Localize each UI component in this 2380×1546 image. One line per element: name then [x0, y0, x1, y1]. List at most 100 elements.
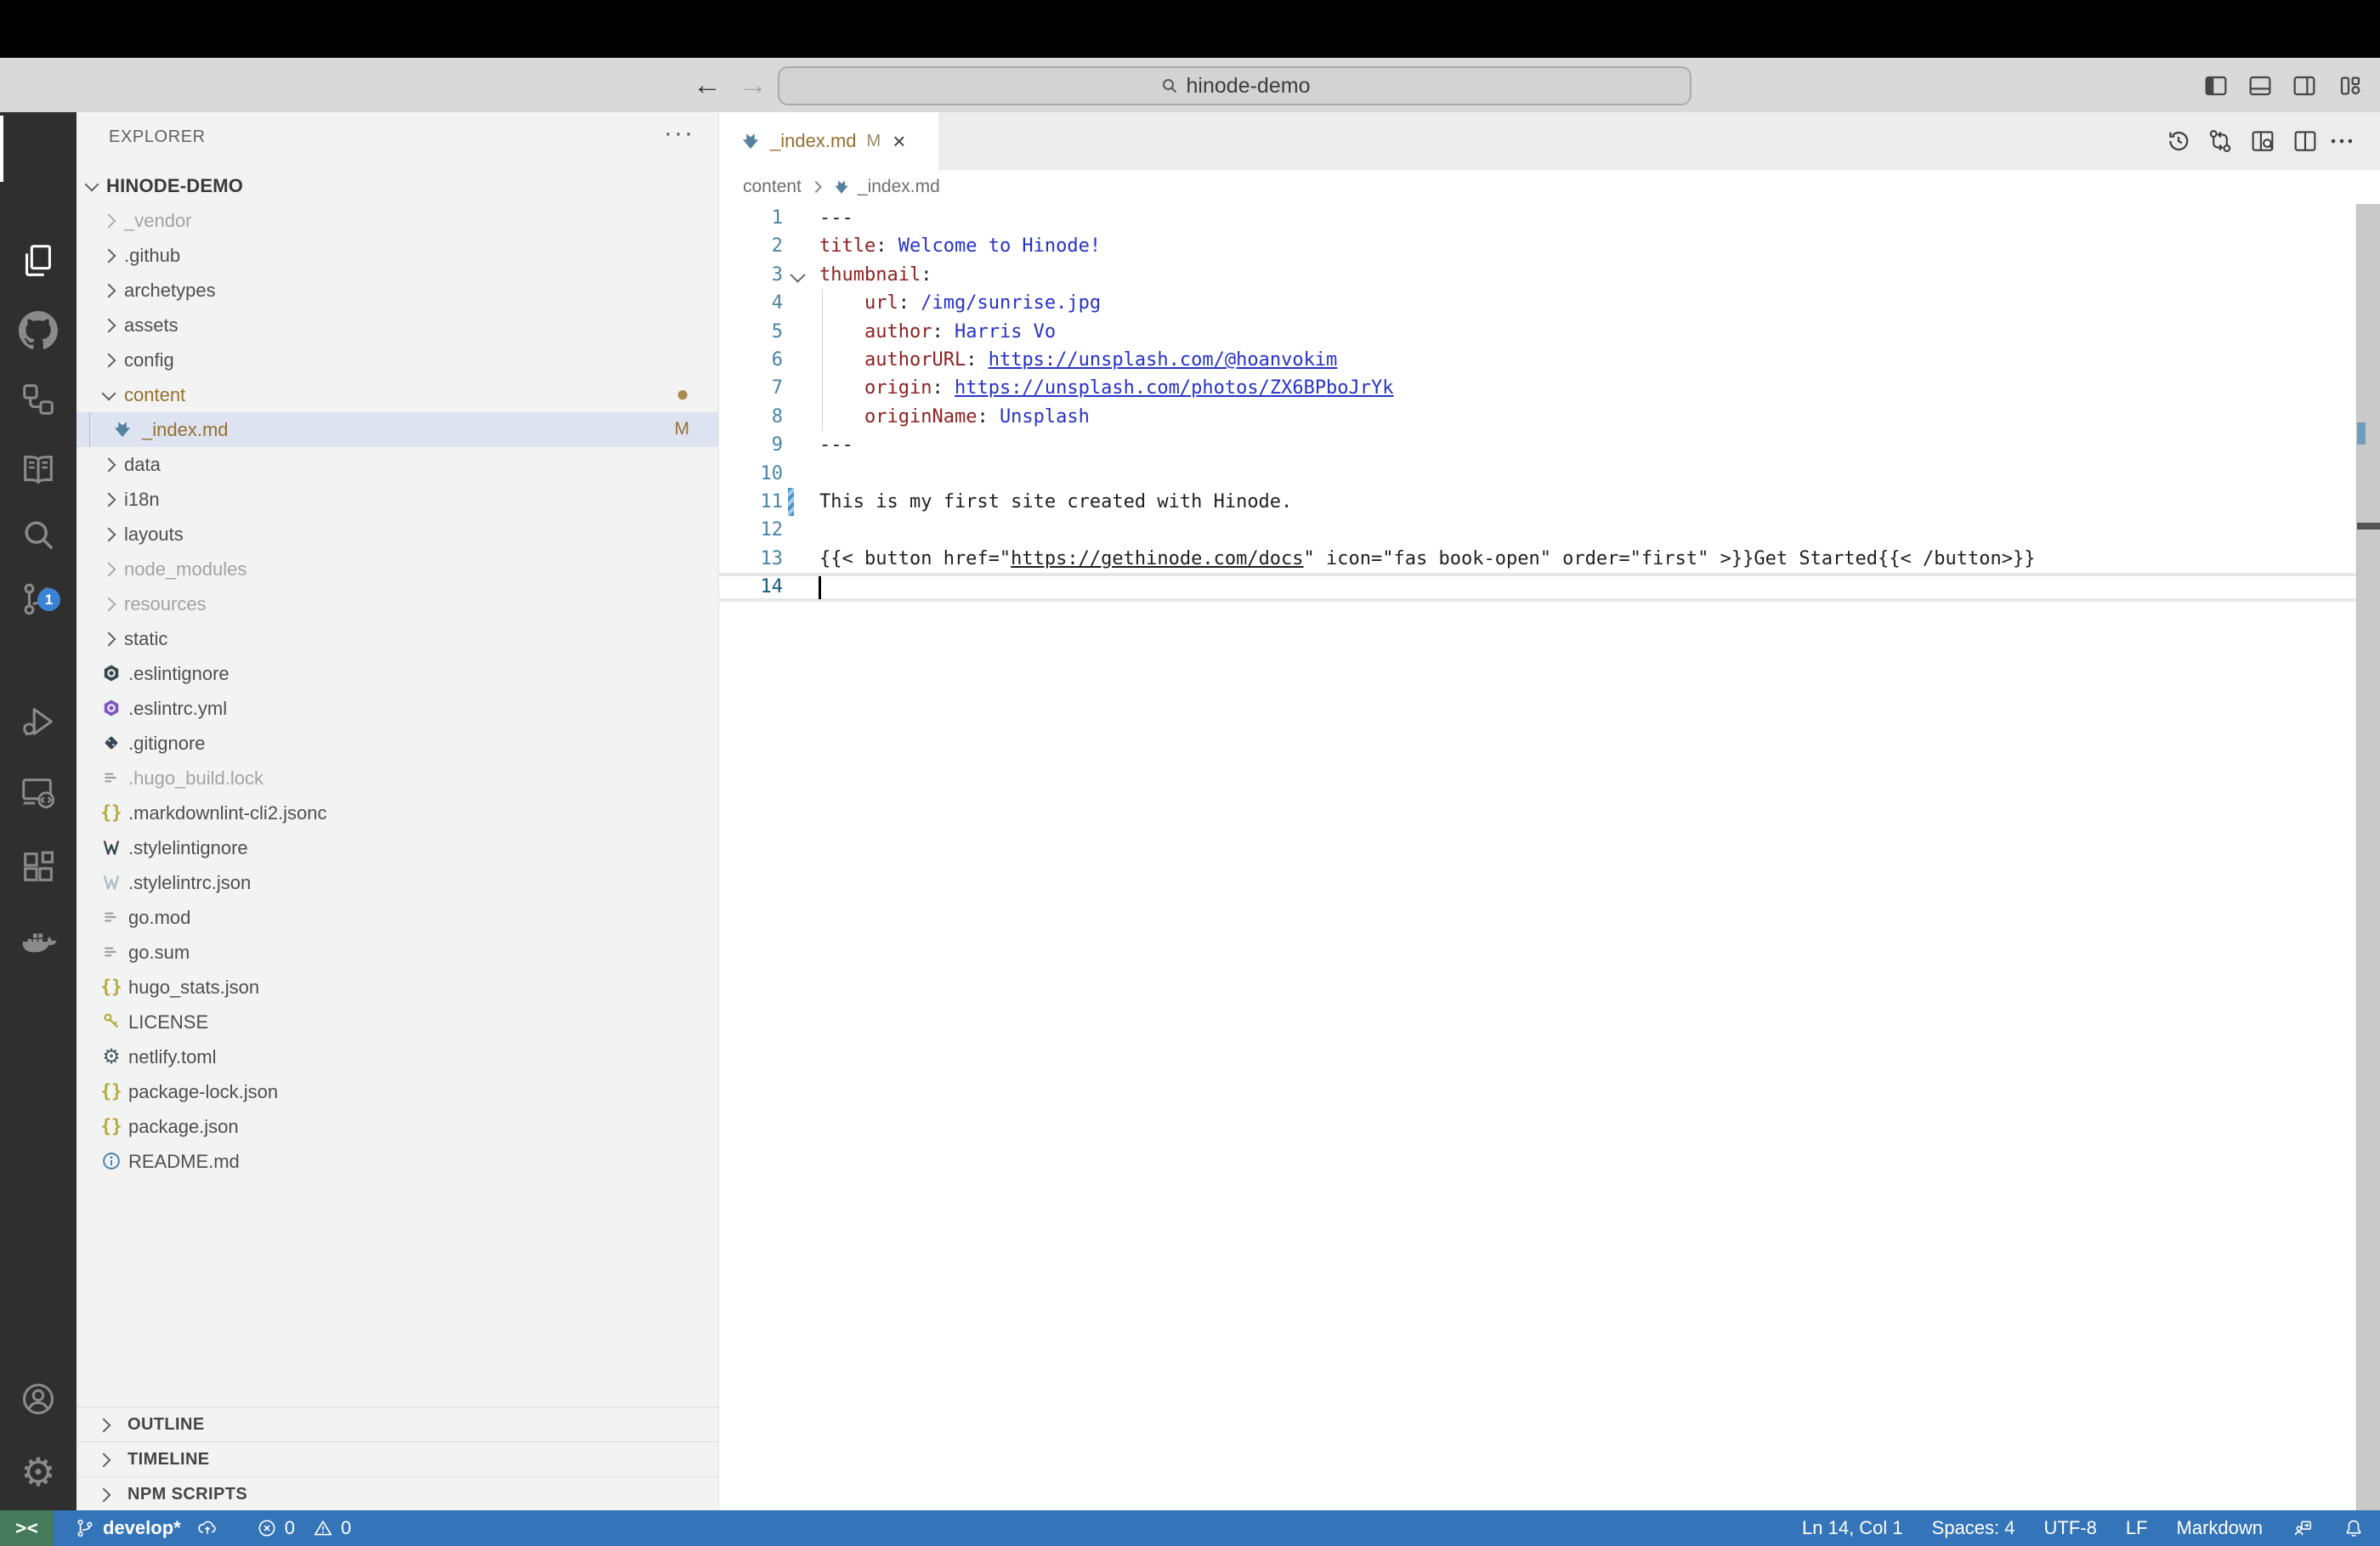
tree-row--gitignore[interactable]: .gitignore	[76, 726, 718, 761]
split-editor-icon[interactable]	[2291, 127, 2321, 157]
breadcrumb-folder[interactable]: content	[743, 177, 802, 197]
tree-row-package-lock-json[interactable]: {}package-lock.json	[76, 1074, 718, 1109]
tree-row-node-modules[interactable]: node_modules	[76, 552, 718, 586]
status-bar-right: Ln 14, Col 1 Spaces: 4 UTF-8 LF Markdown	[1773, 1517, 2380, 1539]
tree-item-label: archetypes	[124, 280, 216, 302]
book-open-icon[interactable]	[0, 434, 76, 504]
customize-layout-icon[interactable]	[2336, 72, 2365, 99]
code-link[interactable]: https://unsplash.com/@hoanvokim	[989, 349, 1338, 371]
tree-row-static[interactable]: static	[76, 621, 718, 656]
code-line-4[interactable]: 4 url: /img/sunrise.jpg	[719, 289, 2380, 318]
tree-row-layouts[interactable]: layouts	[76, 517, 718, 552]
code-line-1[interactable]: 1---	[719, 204, 2380, 233]
npm-scripts-section[interactable]: NPM SCRIPTS	[76, 1476, 718, 1512]
outline-section[interactable]: OUTLINE	[76, 1407, 718, 1442]
close-tab-icon[interactable]: ×	[892, 128, 905, 155]
accounts-icon[interactable]	[0, 1364, 76, 1434]
tree-row-license[interactable]: LICENSE	[76, 1005, 718, 1039]
tree-row--index-md[interactable]: _index.mdM	[76, 412, 718, 447]
back-arrow-button[interactable]: ←	[690, 70, 724, 100]
source-control-icon[interactable]: 1	[0, 564, 76, 634]
braces-icon: {}	[99, 1114, 123, 1138]
git-branch-item[interactable]: develop*	[74, 1517, 181, 1539]
tree-row--eslintignore[interactable]: .eslintignore	[76, 656, 718, 691]
code-line-text: author: Harris Vo	[819, 321, 1056, 343]
command-center-search[interactable]: hinode-demo	[778, 66, 1692, 105]
remote-indicator[interactable]: ><	[0, 1510, 54, 1546]
code-line-10[interactable]: 10	[719, 460, 2380, 489]
tree-row-archetypes[interactable]: archetypes	[76, 273, 718, 308]
tree-row--markdownlint-cli2-jsonc[interactable]: {}.markdownlint-cli2.jsonc	[76, 796, 718, 830]
tree-root-row[interactable]: HINODE-DEMO	[76, 168, 718, 203]
timeline-section[interactable]: TIMELINE	[76, 1441, 718, 1477]
code-link[interactable]: https://unsplash.com/photos/ZX6BPboJrYk	[955, 377, 1394, 399]
code-line-8[interactable]: 8 originName: Unsplash	[719, 403, 2380, 432]
tree-row-readme-md[interactable]: README.md	[76, 1144, 718, 1179]
run-debug-icon[interactable]	[0, 687, 76, 756]
explorer-icon[interactable]	[0, 226, 76, 296]
tree-row--stylelintrc-json[interactable]: .stylelintrc.json	[76, 865, 718, 900]
feedback-icon[interactable]	[2292, 1517, 2314, 1539]
code-link[interactable]: https://gethinode.com/docs	[1011, 548, 1303, 569]
tree-row-go-sum[interactable]: go.sum	[76, 935, 718, 970]
more-actions-icon[interactable]	[2327, 127, 2358, 157]
toggle-panel-icon[interactable]	[2246, 72, 2275, 99]
code-line-2[interactable]: 2title: Welcome to Hinode!	[719, 232, 2380, 261]
code-line-9[interactable]: 9---	[719, 431, 2380, 460]
explorer-more-actions-icon[interactable]: ···	[664, 119, 694, 148]
tree-row-i18n[interactable]: i18n	[76, 482, 718, 517]
workbench: 1 ⚙ EXPLORER ··· HINODE-DEMO_vendor.gith…	[0, 112, 2380, 1510]
tree-row--github[interactable]: .github	[76, 238, 718, 273]
overview-ruler-scrollbar[interactable]	[2356, 204, 2380, 1510]
tree-row--stylelintignore[interactable]: .stylelintignore	[76, 830, 718, 865]
eol-item[interactable]: LF	[2126, 1517, 2148, 1539]
code-line-7[interactable]: 7 origin: https://unsplash.com/photos/ZX…	[719, 374, 2380, 403]
breadcrumb[interactable]: content _index.md	[719, 170, 2380, 204]
tree-row-content[interactable]: content●	[76, 377, 718, 412]
code-line-13[interactable]: 13{{< button href="https://gethinode.com…	[719, 545, 2380, 574]
indentation-item[interactable]: Spaces: 4	[1932, 1517, 2015, 1539]
encoding-item[interactable]: UTF-8	[2044, 1517, 2097, 1539]
tab-index-md[interactable]: _index.md M ×	[719, 112, 938, 170]
github-icon[interactable]	[0, 296, 76, 365]
remote-explorer-icon[interactable]	[0, 757, 76, 827]
open-changes-icon[interactable]	[2206, 127, 2236, 157]
code-line-6[interactable]: 6 authorURL: https://unsplash.com/@hoanv…	[719, 346, 2380, 375]
cursor-position-item[interactable]: Ln 14, Col 1	[1802, 1517, 1903, 1539]
timeline-history-icon[interactable]	[2164, 127, 2195, 157]
tree-row--hugo-build-lock[interactable]: .hugo_build.lock	[76, 761, 718, 796]
settings-gear-icon[interactable]: ⚙	[0, 1437, 76, 1507]
open-preview-icon[interactable]	[2248, 127, 2279, 157]
problems-item[interactable]: 0 0	[256, 1517, 352, 1539]
code-line-11[interactable]: 11This is my first site created with Hin…	[719, 488, 2380, 517]
code-token: /img/sunrise.jpg	[921, 292, 1101, 314]
breadcrumb-file[interactable]: _index.md	[858, 177, 940, 197]
forward-arrow-button[interactable]: →	[736, 70, 770, 100]
docker-icon[interactable]	[0, 908, 76, 977]
linked-squares-icon[interactable]	[0, 365, 76, 434]
code-line-14[interactable]: 14	[719, 573, 2380, 602]
code-line-12[interactable]: 12	[719, 516, 2380, 545]
tree-row-package-json[interactable]: {}package.json	[76, 1109, 718, 1144]
language-mode-item[interactable]: Markdown	[2177, 1517, 2263, 1539]
toggle-primary-sidebar-icon[interactable]	[2202, 72, 2230, 99]
tree-row-config[interactable]: config	[76, 343, 718, 377]
code-line-5[interactable]: 5 author: Harris Vo	[719, 318, 2380, 347]
tree-row--vendor[interactable]: _vendor	[76, 203, 718, 238]
tree-row-resources[interactable]: resources	[76, 586, 718, 621]
publish-changes-item[interactable]	[196, 1517, 218, 1539]
notifications-bell-icon[interactable]	[2343, 1517, 2365, 1539]
tree-item-label: .gitignore	[128, 733, 206, 755]
search-icon[interactable]	[0, 500, 76, 569]
tree-row-go-mod[interactable]: go.mod	[76, 900, 718, 935]
tree-item-label: go.sum	[128, 942, 190, 964]
code-line-3[interactable]: 3thumbnail:	[719, 261, 2380, 290]
tree-row-hugo-stats-json[interactable]: {}hugo_stats.json	[76, 970, 718, 1005]
active-view-indicator	[0, 116, 3, 182]
toggle-secondary-sidebar-icon[interactable]	[2290, 72, 2319, 99]
extensions-icon[interactable]	[0, 832, 76, 902]
tree-row--eslintrc-yml[interactable]: .eslintrc.yml	[76, 691, 718, 726]
tree-row-netlify-toml[interactable]: ⚙netlify.toml	[76, 1039, 718, 1074]
tree-row-assets[interactable]: assets	[76, 308, 718, 343]
tree-row-data[interactable]: data	[76, 447, 718, 482]
